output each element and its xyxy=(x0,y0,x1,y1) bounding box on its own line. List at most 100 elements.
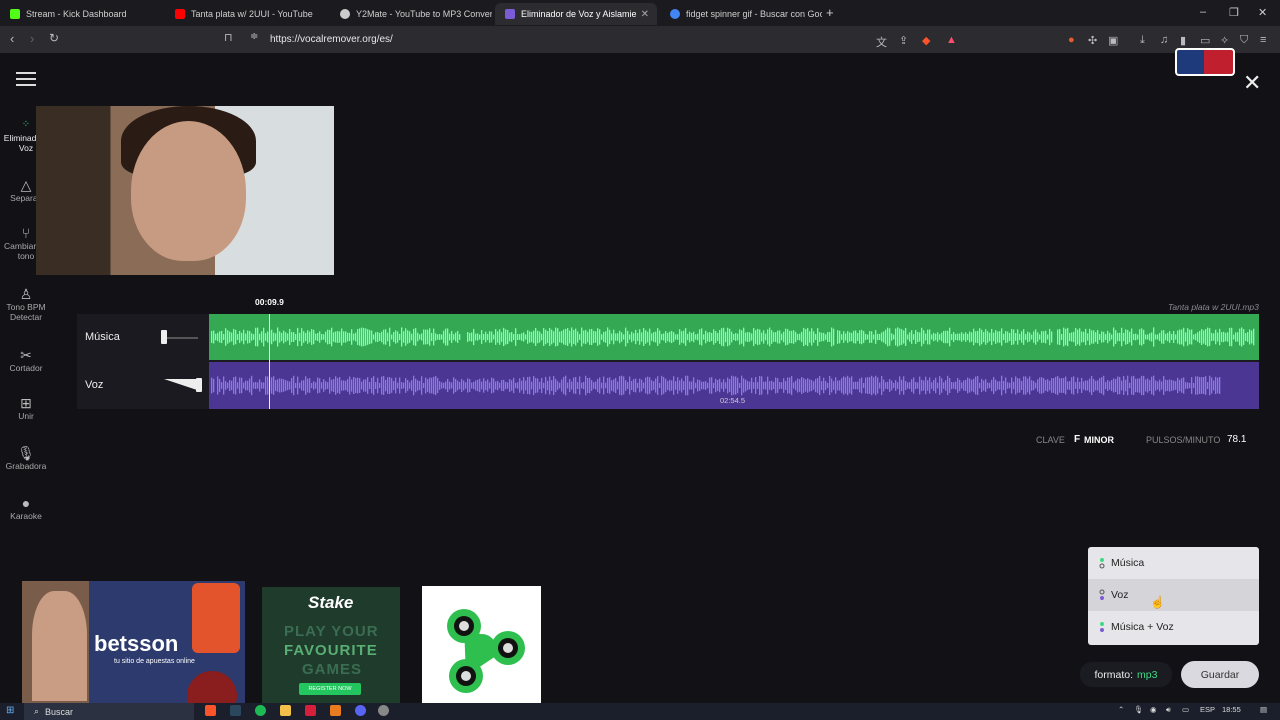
search-icon: ⌕ xyxy=(34,706,40,716)
clock-app-taskbar-icon[interactable] xyxy=(378,705,389,716)
playhead[interactable] xyxy=(269,314,270,409)
tray-volume-icon[interactable]: 🔊︎ xyxy=(1166,705,1171,715)
stake-line-1: PLAY YOUR xyxy=(284,623,379,640)
tray-clock[interactable]: 18:55 xyxy=(1222,705,1241,714)
music-waveform[interactable] xyxy=(209,314,1259,360)
steam-taskbar-icon[interactable] xyxy=(230,705,241,716)
tab-kick[interactable]: Stream - Kick Dashboard xyxy=(0,3,162,25)
spotify-taskbar-icon[interactable] xyxy=(255,705,266,716)
notifications-icon[interactable]: ▤ xyxy=(1260,705,1267,714)
tab-youtube[interactable]: Tanta plata w/ 2UUI - YouTube xyxy=(165,3,327,25)
key-note: F xyxy=(1074,434,1081,445)
betsson-ad[interactable]: betsson tu sitio de apuestas online xyxy=(22,581,245,703)
key-label: CLAVE xyxy=(1036,435,1065,445)
total-duration: 02:54.5 xyxy=(720,396,746,405)
mouse-cursor-icon: ☝ xyxy=(1150,595,1165,609)
tab-vocal-remover[interactable]: Eliminador de Voz y Aislamie ✕ xyxy=(495,3,657,25)
browser-menu-icon[interactable]: ≡ xyxy=(1260,34,1266,46)
format-value: mp3 xyxy=(1137,668,1158,681)
download-icon[interactable]: ⤓ xyxy=(1140,34,1145,47)
site-info-icon[interactable]: ≑ xyxy=(250,31,258,42)
webcam-overlay xyxy=(36,106,334,275)
sidebar-item-cutter[interactable]: ✂ Cortador xyxy=(0,347,52,373)
close-tab-icon[interactable]: ✕ xyxy=(641,9,649,20)
music-waveform-svg xyxy=(211,327,1255,347)
dropdown-item-label: Voz xyxy=(1111,589,1129,601)
share-icon[interactable]: ⇪ xyxy=(899,34,908,47)
sidebar-item-label: Unir xyxy=(18,411,34,421)
tab-title: Eliminador de Voz y Aislamie xyxy=(521,9,637,19)
sidebar-item-bpm[interactable]: ♙ Tono BPM Detectar xyxy=(0,287,52,322)
dropdown-item-voice[interactable]: Voz xyxy=(1088,579,1259,611)
tab-title: Y2Mate - YouTube to MP3 Converter xyxy=(356,9,492,19)
sidebar-toggle-icon[interactable]: ▮ xyxy=(1180,34,1186,47)
dropdown-item-label: Música + Voz xyxy=(1111,621,1174,633)
leo-icon[interactable]: ✧ xyxy=(1220,34,1229,47)
tab-y2mate[interactable]: Y2Mate - YouTube to MP3 Converter xyxy=(330,3,492,25)
fidget-spinner-icon xyxy=(447,609,525,693)
windows-start-icon[interactable]: ⊞ xyxy=(6,705,14,716)
format-selector[interactable]: formato: mp3 xyxy=(1080,662,1172,687)
close-icon[interactable]: ✕ xyxy=(1243,70,1261,96)
export-dropdown: Música Voz Música + Voz xyxy=(1088,547,1259,645)
save-button[interactable]: Guardar xyxy=(1181,661,1259,688)
vpn-icon[interactable]: ⛉ xyxy=(1240,34,1248,47)
tab-title: Tanta plata w/ 2UUI - YouTube xyxy=(191,9,313,19)
music-icon[interactable]: ♫ xyxy=(1160,34,1168,46)
voice-volume-slider[interactable] xyxy=(164,379,200,391)
sidebar-item-recorder[interactable]: 🎙︎ Grabadora xyxy=(0,445,52,471)
sidebar-item-karaoke[interactable]: ● Karaoke xyxy=(0,496,52,521)
forward-icon[interactable]: › xyxy=(30,31,34,46)
music-volume-knob[interactable] xyxy=(161,330,167,344)
key-mode: MINOR xyxy=(1084,435,1114,445)
new-tab-icon[interactable]: + xyxy=(826,5,834,20)
extension-icon[interactable]: ● xyxy=(1068,34,1075,46)
dropdown-item-music-voice[interactable]: Música + Voz xyxy=(1088,611,1259,643)
stake-ad[interactable]: Stake PLAY YOUR FAVOURITE GAMES REGISTER… xyxy=(262,587,400,703)
dropdown-item-music[interactable]: Música xyxy=(1088,547,1259,579)
discord-taskbar-icon[interactable] xyxy=(355,705,366,716)
tray-network-icon[interactable]: ◉ xyxy=(1150,705,1157,714)
sidebar-item-label: Cortador xyxy=(9,363,43,373)
window-close-icon[interactable]: ✕ xyxy=(1258,6,1267,19)
tray-mic-icon[interactable]: 🎙︎ xyxy=(1134,705,1144,714)
screenshot-icon[interactable]: ▣ xyxy=(1108,34,1118,47)
wallet-icon[interactable]: ▭ xyxy=(1200,34,1210,47)
brave-shield-icon[interactable]: ◆ xyxy=(922,34,930,47)
y2mate-favicon-icon xyxy=(340,9,350,19)
bookmark-icon[interactable]: ⊓ xyxy=(224,31,233,44)
sidebar-item-label: Karaoke xyxy=(10,511,42,521)
stake-register-button[interactable]: REGISTER NOW xyxy=(299,683,361,695)
minimize-icon[interactable]: – xyxy=(1200,6,1206,18)
tab-google[interactable]: fidget spinner gif - Buscar con Google xyxy=(660,3,822,25)
voice-volume-knob[interactable] xyxy=(196,378,202,392)
taskbar-search[interactable]: ⌕ Buscar xyxy=(24,703,194,720)
mlb-logo-overlay xyxy=(1175,48,1235,76)
track-label-music: Música xyxy=(85,331,120,343)
back-icon[interactable]: ‹ xyxy=(10,31,14,46)
app-taskbar-icon[interactable] xyxy=(305,705,316,716)
tray-chevron-icon[interactable]: ⌃ xyxy=(1118,705,1124,714)
tray-battery-icon[interactable]: ▭ xyxy=(1182,705,1189,714)
hamburger-menu-icon[interactable] xyxy=(16,72,36,88)
folder-taskbar-icon[interactable] xyxy=(280,705,291,716)
file-name: Tanta plata w 2UUI.mp3 xyxy=(1168,302,1259,312)
music-voice-track-icon xyxy=(1097,621,1105,633)
brave-taskbar-icon[interactable] xyxy=(205,705,216,716)
brave-rewards-icon[interactable]: ▲ xyxy=(946,34,957,46)
puzzle-icon[interactable]: ✣ xyxy=(1088,34,1097,47)
maximize-icon[interactable]: ❐ xyxy=(1229,6,1239,19)
taskbar-search-label: Buscar xyxy=(45,706,74,717)
format-label: formato: xyxy=(1094,668,1134,681)
cutter-icon: ✂ xyxy=(20,347,32,363)
dropdown-item-label: Música xyxy=(1111,557,1145,569)
youtube-favicon-icon xyxy=(175,9,185,19)
mic-icon: 🎙︎ xyxy=(17,445,35,461)
address-bar[interactable]: https://vocalremover.org/es/ xyxy=(270,34,393,45)
sidebar-item-joiner[interactable]: ⊞ Unir xyxy=(0,396,52,421)
tray-language[interactable]: ESP xyxy=(1200,705,1215,714)
translate-icon[interactable]: 文 xyxy=(876,34,887,50)
music-volume-slider[interactable] xyxy=(164,337,198,339)
obs-taskbar-icon[interactable] xyxy=(330,705,341,716)
reload-icon[interactable]: ↻ xyxy=(49,31,59,45)
